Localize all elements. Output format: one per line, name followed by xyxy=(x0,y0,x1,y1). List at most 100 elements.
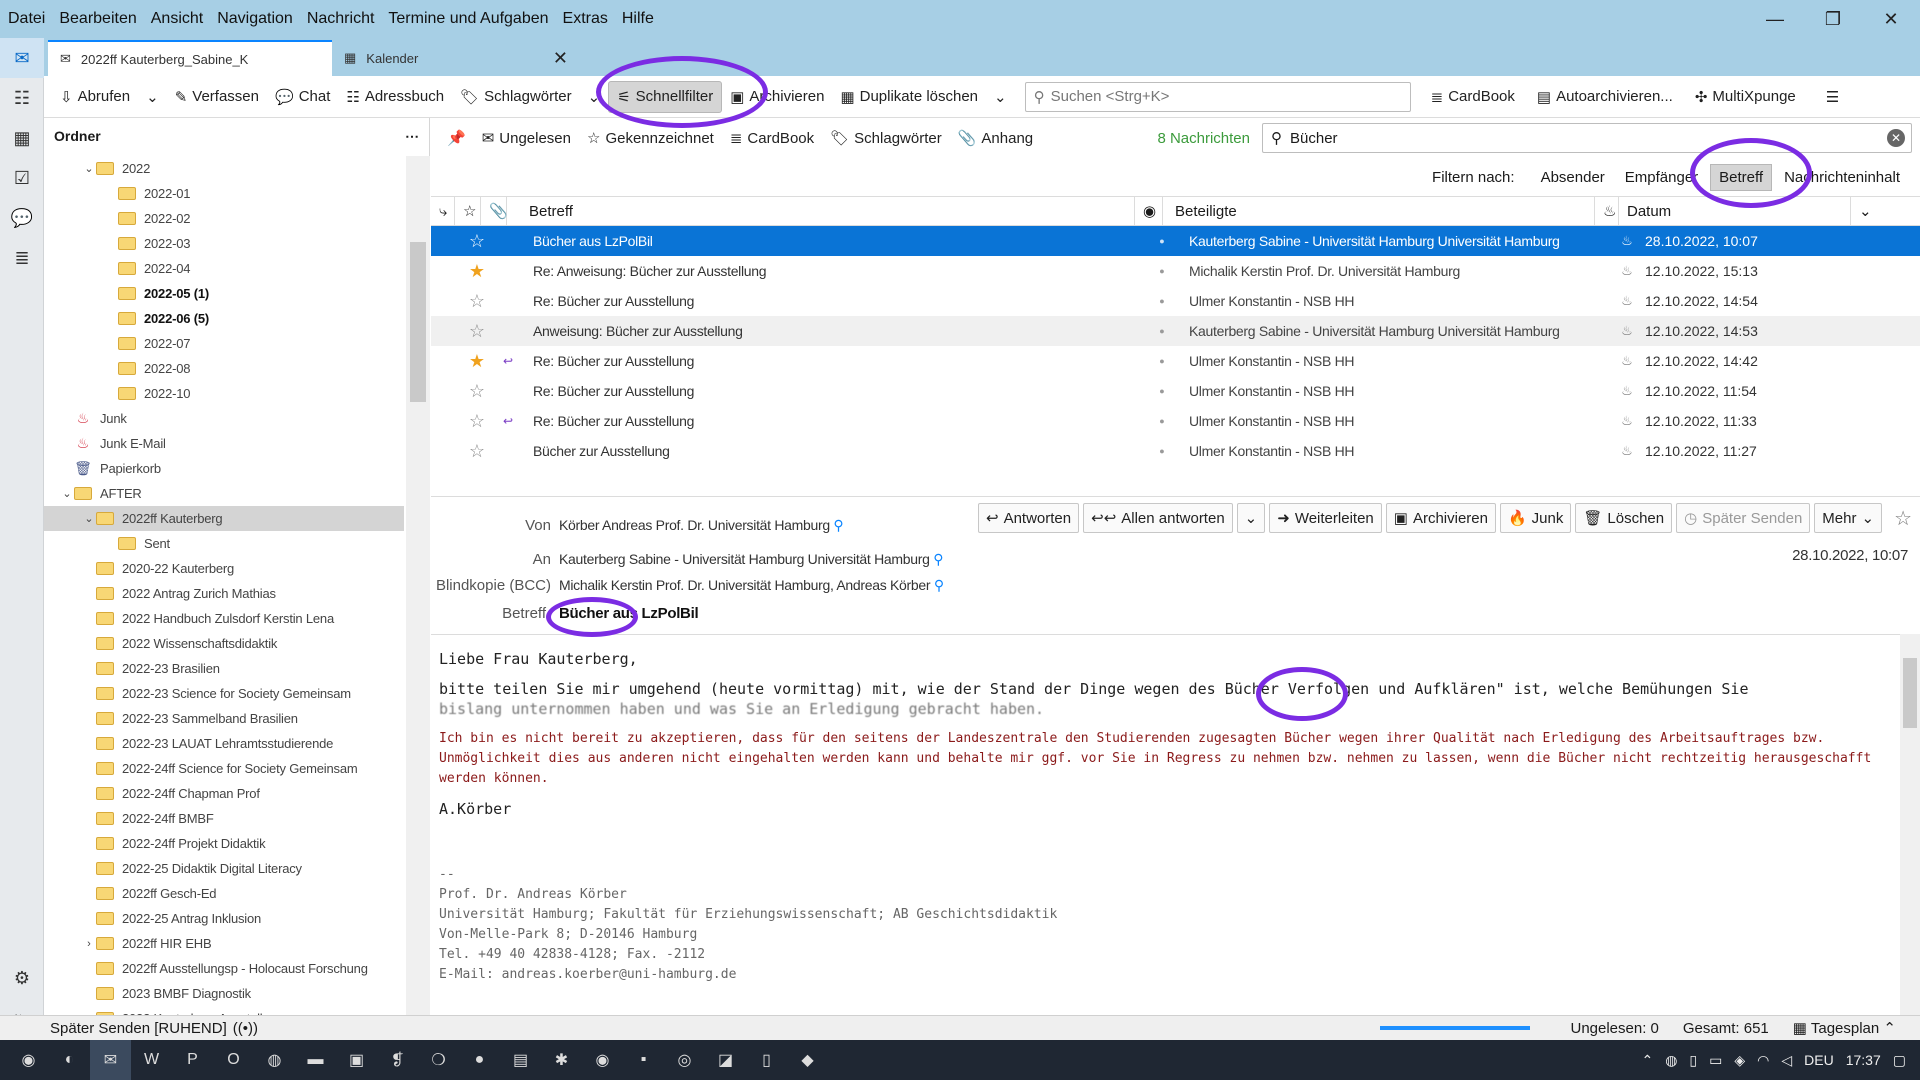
folder-item[interactable]: › 2022ff HIR EHB xyxy=(44,931,404,956)
folder-item[interactable]: 2022-08 xyxy=(44,356,404,381)
mail-space-icon[interactable]: ✉ xyxy=(0,38,44,78)
folder-item[interactable]: ⌄ 2022ff Kauterberg xyxy=(44,506,404,531)
body-scrollbar[interactable] xyxy=(1900,634,1920,1016)
save-icon[interactable]: ▣ xyxy=(336,1040,377,1080)
menu-termine-und-aufgaben[interactable]: Termine und Aufgaben xyxy=(381,10,555,28)
app2-icon[interactable]: ▪ xyxy=(623,1040,664,1080)
menu-ansicht[interactable]: Ansicht xyxy=(144,10,210,28)
folder-item[interactable]: 2022ff Ausstellungsp - Holocaust Forschu… xyxy=(44,956,404,981)
opera-icon[interactable]: ❍ xyxy=(418,1040,459,1080)
filter-option-empfänger[interactable]: Empfänger xyxy=(1617,165,1706,190)
star-icon[interactable]: ☆ xyxy=(457,231,497,252)
filter-gekennzeichnet[interactable]: ☆ Gekennzeichnet xyxy=(579,129,722,148)
message-row[interactable]: ☆ Bücher zur Ausstellung ● Ulmer Konstantin… xyxy=(431,436,1920,466)
read-status-icon[interactable]: ● xyxy=(1149,266,1175,276)
folder-item[interactable]: 2022-01 xyxy=(44,181,404,206)
menu-extras[interactable]: Extras xyxy=(556,10,615,28)
cardbook-space-icon[interactable]: ≣ xyxy=(0,238,44,278)
pin-icon[interactable]: 📌 xyxy=(439,129,474,147)
folder-item[interactable]: 2022ff Gesch-Ed xyxy=(44,881,404,906)
folder-item[interactable]: 2022 Wissenschaftsdidaktik xyxy=(44,631,404,656)
löschen-button[interactable]: 🗑 Löschen xyxy=(1575,503,1673,533)
dropdown-chevron-icon[interactable]: ⌄ xyxy=(580,81,609,113)
to-value[interactable]: Kauterberg Sabine - Universität Hamburg … xyxy=(559,551,943,568)
message-row[interactable]: ★ Re: Anweisung: Bücher zur Ausstellung ● M… xyxy=(431,256,1920,286)
folder-item[interactable]: 2022-06 (5) xyxy=(44,306,404,331)
message-row[interactable]: ☆ ↩ Re: Bücher zur Ausstellung ● Ulmer Konst… xyxy=(431,406,1920,436)
word-icon[interactable]: W xyxy=(131,1040,172,1080)
folder-item[interactable]: 2022-25 Antrag Inklusion xyxy=(44,906,404,931)
verfassen-button[interactable]: ✎ Verfassen xyxy=(167,81,267,113)
folder-item[interactable]: ♨ Junk E-Mail xyxy=(44,431,404,456)
calendar-space-icon[interactable]: ▦ xyxy=(0,118,44,158)
app5-icon[interactable]: ◆ xyxy=(787,1040,828,1080)
search-input[interactable]: ⚲ Suchen <Strg+K> xyxy=(1024,81,1411,112)
read-col-icon[interactable]: ◉ xyxy=(1135,196,1163,226)
filter-ungelesen[interactable]: ✉ Ungelesen xyxy=(474,129,579,148)
folder-item[interactable]: 2022-03 xyxy=(44,231,404,256)
junk-status-icon[interactable]: ♨ xyxy=(1615,413,1639,429)
star-icon[interactable]: ★ xyxy=(457,261,497,282)
chat-space-icon[interactable]: 💬 xyxy=(0,198,44,238)
antworten-button[interactable]: ↩ Antworten xyxy=(978,503,1080,533)
schnellfilter-button[interactable]: ⚟ Schnellfilter xyxy=(608,80,723,113)
folder-item[interactable]: 2022-05 (1) xyxy=(44,281,404,306)
chrome-icon[interactable]: ◉ xyxy=(582,1040,623,1080)
read-status-icon[interactable]: ● xyxy=(1149,416,1175,426)
star-col-icon[interactable]: ☆ xyxy=(455,196,481,226)
firefox-icon[interactable]: ◐ xyxy=(49,1040,90,1080)
terminal-icon[interactable]: ▬ xyxy=(295,1040,336,1080)
folder-item[interactable]: 2023 Kauterberg Ausstellung xyxy=(44,1006,404,1015)
junk-status-icon[interactable]: ♨ xyxy=(1615,323,1639,339)
folder-item[interactable]: 2022-25 Didaktik Digital Literacy xyxy=(44,856,404,881)
tray-language[interactable]: DEU xyxy=(1804,1052,1834,1068)
filter-option-nachrichteninhalt[interactable]: Nachrichteninhalt xyxy=(1776,165,1908,190)
tab-calendar[interactable]: ▦ Kalender ✕ xyxy=(332,40,580,76)
notepad-icon[interactable]: ▯ xyxy=(746,1040,787,1080)
folder-menu-icon[interactable]: ⋯ xyxy=(405,128,419,145)
tray-battery-icon[interactable]: ▭ xyxy=(1709,1052,1722,1069)
column-participants[interactable]: Beteiligte xyxy=(1163,196,1595,226)
filter-option-absender[interactable]: Absender xyxy=(1533,165,1613,190)
message-row[interactable]: ☆ Re: Bücher zur Ausstellung ● Ulmer Konsta… xyxy=(431,286,1920,316)
star-icon[interactable]: ☆ xyxy=(457,441,497,462)
twisty-icon[interactable]: ⌄ xyxy=(82,162,96,175)
star-icon[interactable]: ☆ xyxy=(457,291,497,312)
close-window-button[interactable]: ✕ xyxy=(1862,0,1920,38)
twisty-icon[interactable]: ⌄ xyxy=(60,487,74,500)
tray-volume-icon[interactable]: ◁ xyxy=(1781,1052,1792,1069)
menu-bearbeiten[interactable]: Bearbeiten xyxy=(52,10,143,28)
read-status-icon[interactable]: ● xyxy=(1149,236,1175,246)
menu-navigation[interactable]: Navigation xyxy=(210,10,300,28)
star-message-icon[interactable]: ☆ xyxy=(1894,506,1912,531)
outlook-icon[interactable]: O xyxy=(213,1040,254,1080)
start-icon[interactable]: ◉ xyxy=(8,1040,49,1080)
app-icon[interactable]: ◍ xyxy=(254,1040,295,1080)
filter-anhang[interactable]: 📎 Anhang xyxy=(950,129,1041,148)
folder-item[interactable]: ♨ Junk xyxy=(44,406,404,431)
star-icon[interactable]: ☆ xyxy=(457,411,497,432)
column-subject[interactable]: Betreff xyxy=(507,196,1135,226)
archivieren-button[interactable]: ▣ Archivieren xyxy=(1385,503,1496,533)
folder-item[interactable]: 2022-02 xyxy=(44,206,404,231)
schlagwörter-button[interactable]: 🏷 Schlagwörter xyxy=(452,81,580,113)
folder-item[interactable]: 2022 Antrag Zurich Mathias xyxy=(44,581,404,606)
thread-col-icon[interactable]: ⤷ xyxy=(431,196,455,226)
folder-item[interactable]: 2022-07 xyxy=(44,331,404,356)
autoarchivieren-button[interactable]: ▤ Autoarchivieren... xyxy=(1529,81,1681,113)
abrufen-button[interactable]: ⇩ Abrufen xyxy=(52,81,138,113)
adressbuch-button[interactable]: ☷ Adressbuch xyxy=(338,81,452,113)
dropdown-chevron-icon[interactable]: ⌄ xyxy=(138,81,167,113)
folder-item[interactable]: 2022-23 Science for Society Gemeinsam xyxy=(44,681,404,706)
junk-status-icon[interactable]: ♨ xyxy=(1615,233,1639,249)
folder-item[interactable]: Sent xyxy=(44,531,404,556)
attachment-col-icon[interactable]: 📎 xyxy=(481,196,508,226)
mehr-button[interactable]: Mehr ⌄ xyxy=(1814,503,1883,533)
tray-teams-icon[interactable]: ◍ xyxy=(1665,1052,1677,1069)
tray-chevron-icon[interactable]: ⌃ xyxy=(1641,1052,1653,1069)
folder-item[interactable]: 2022-24ff BMBF xyxy=(44,806,404,831)
folder-scrollbar[interactable] xyxy=(406,156,430,1015)
allen-antworten-button[interactable]: ↩↩ Allen antworten xyxy=(1083,503,1233,533)
bcc-value[interactable]: Michalik Kerstin Prof. Dr. Universität H… xyxy=(559,577,944,594)
minimize-button[interactable]: — xyxy=(1746,0,1804,38)
